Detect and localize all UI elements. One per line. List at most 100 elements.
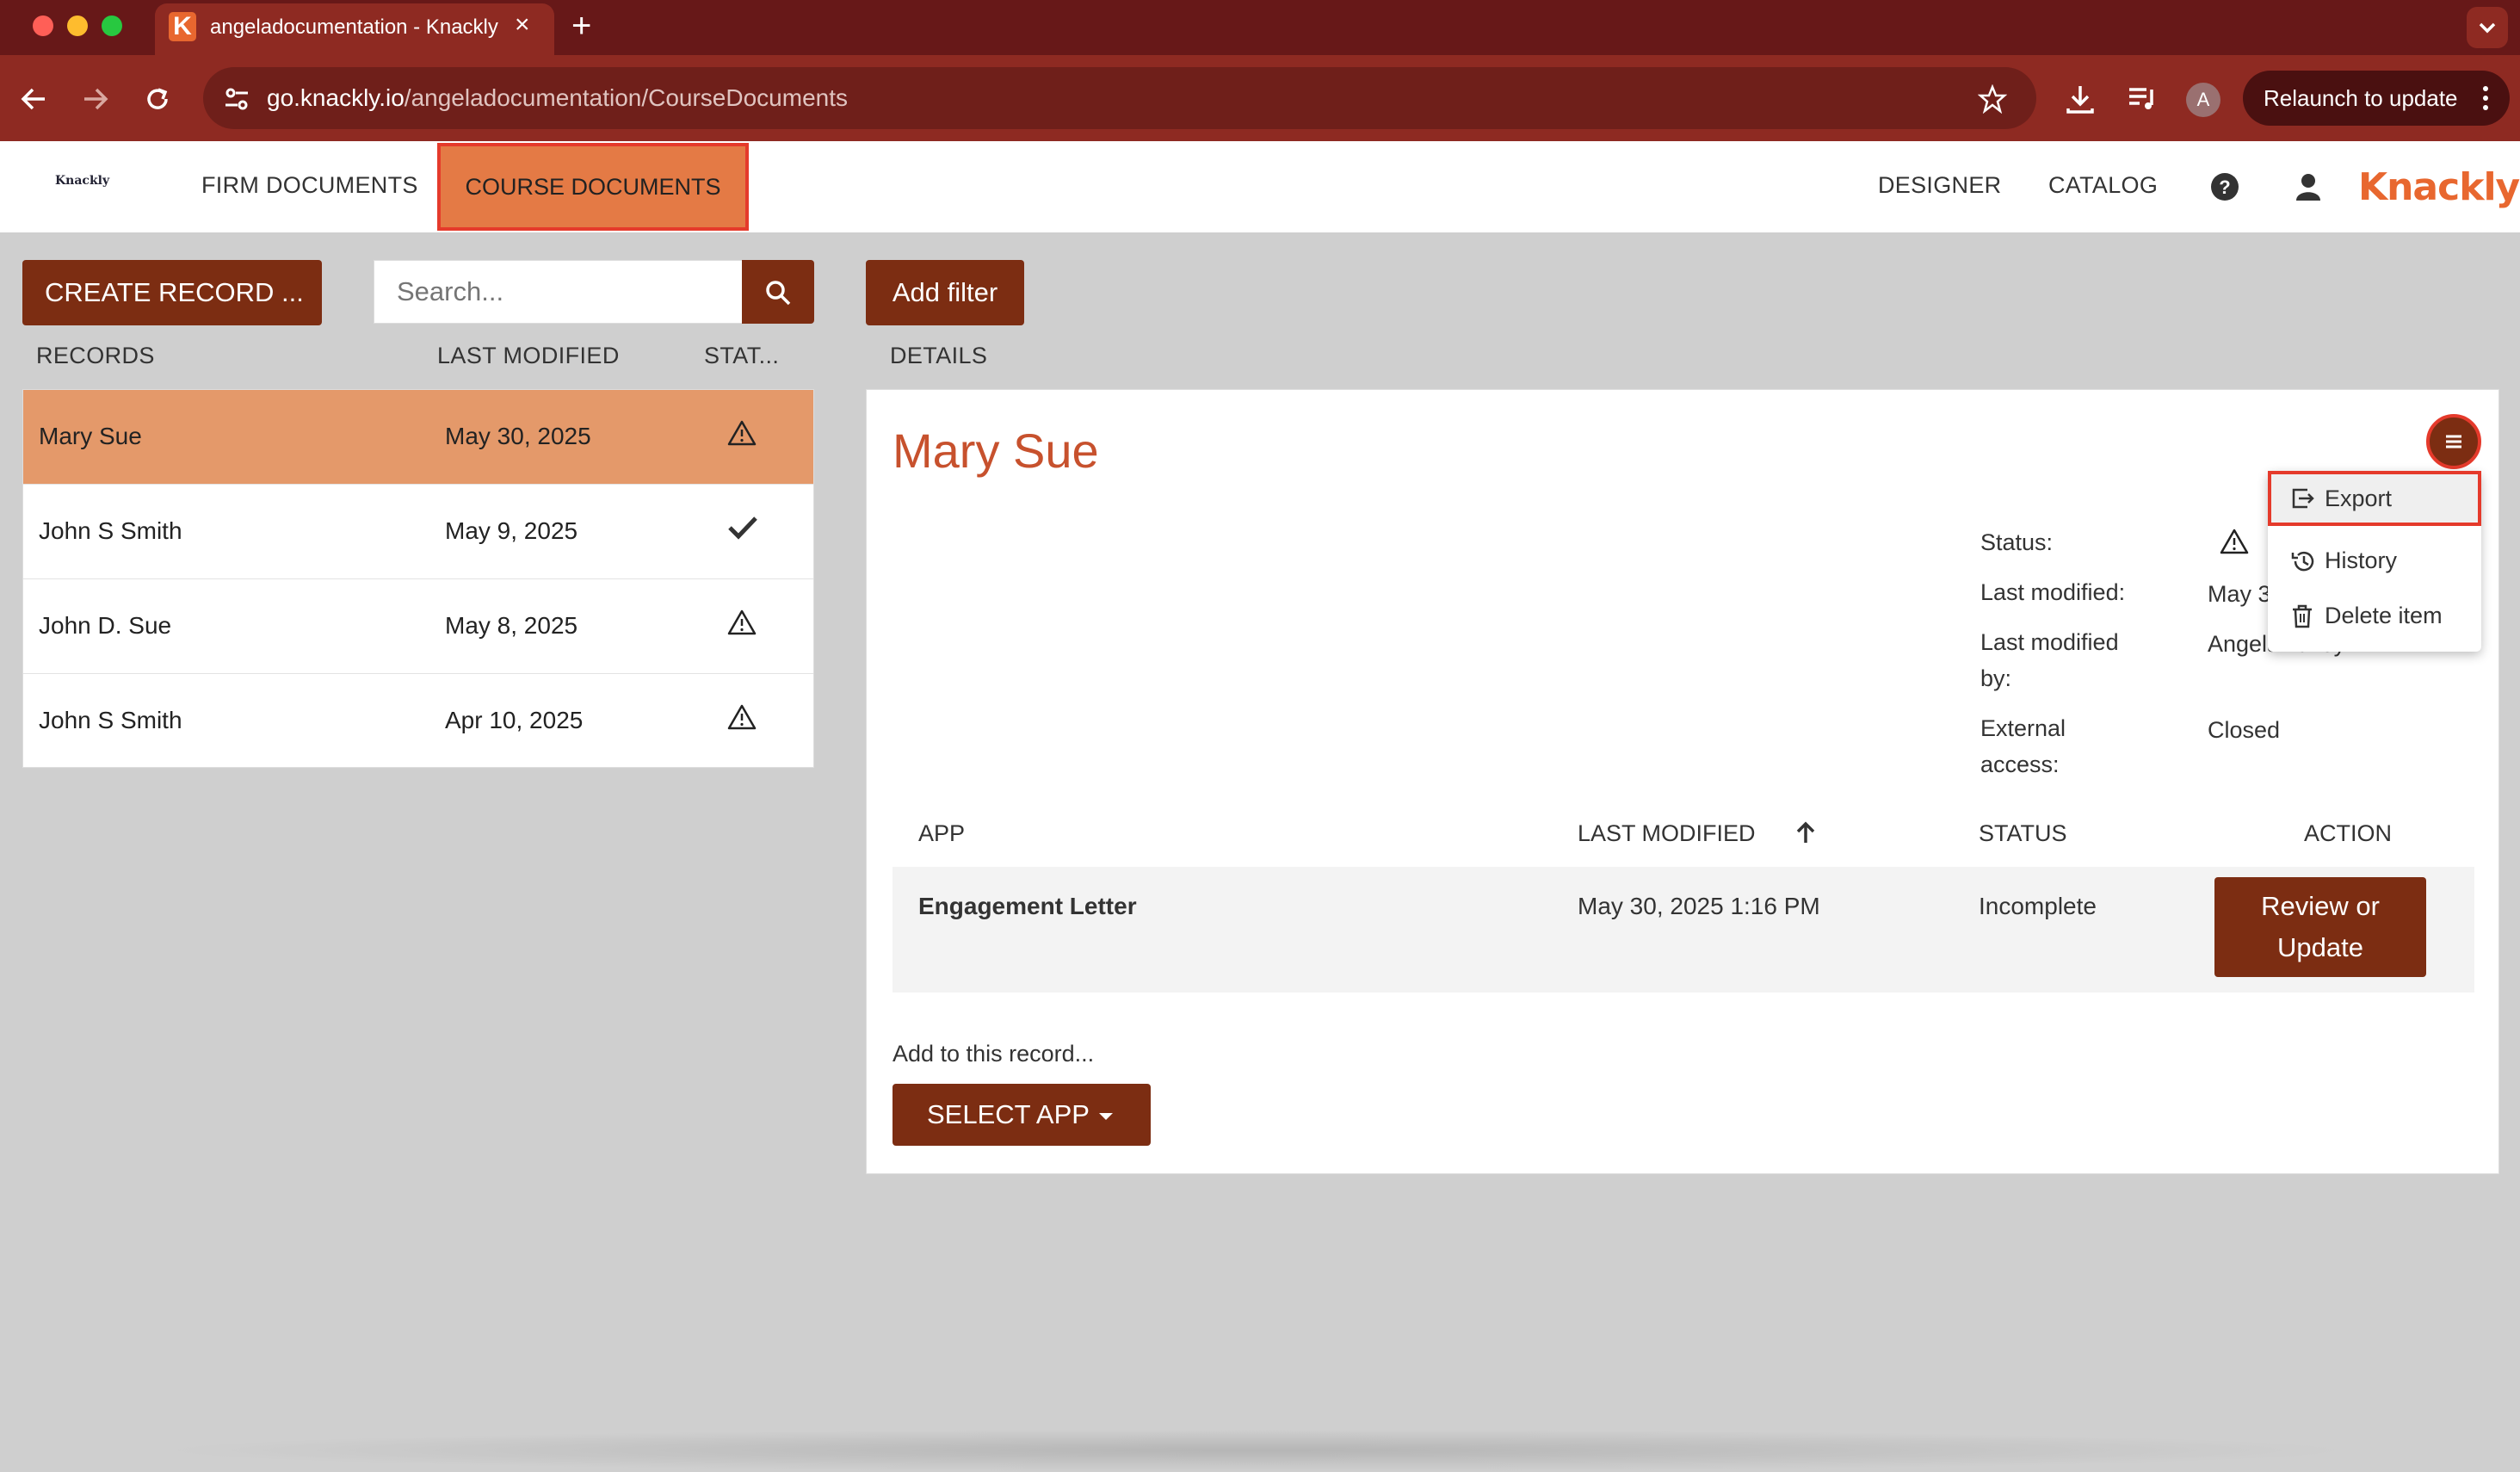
menu-item-export[interactable]: Export	[2268, 471, 2481, 526]
app-name: Engagement Letter	[918, 893, 1137, 919]
record-title: Mary Sue	[892, 424, 1099, 478]
maximize-window-button[interactable]	[102, 15, 122, 36]
menu-item-label: History	[2325, 547, 2398, 573]
record-date: May 9, 2025	[445, 517, 578, 544]
action-column-header: ACTION	[2304, 820, 2393, 846]
reload-icon[interactable]	[143, 84, 172, 114]
review-button-line1: Review or	[2261, 891, 2380, 921]
menu-item-history[interactable]: History	[2268, 533, 2481, 588]
url-host: go.knackly.io	[267, 84, 405, 111]
last-modified-by-label-2: by:	[1980, 665, 2012, 691]
sort-ascending-icon[interactable]	[1794, 820, 1817, 844]
last-modified-by-label: Last modified	[1980, 629, 2119, 655]
search-input[interactable]	[374, 261, 743, 323]
tab-close-icon[interactable]: ×	[515, 12, 530, 38]
record-row[interactable]: John D. Sue May 8, 2025	[23, 579, 813, 674]
trash-icon	[2293, 604, 2312, 628]
download-icon[interactable]	[2064, 83, 2097, 115]
record-row[interactable]: John S Smith Apr 10, 2025	[23, 674, 813, 769]
help-icon[interactable]: ?	[2210, 172, 2239, 201]
back-arrow-icon[interactable]	[19, 84, 48, 114]
add-filter-button[interactable]: Add filter	[866, 260, 1024, 325]
tab-course-documents[interactable]: COURSE DOCUMENTS	[437, 143, 749, 231]
chevron-down-icon	[2479, 22, 2496, 34]
knackly-favicon-icon: K	[169, 12, 196, 41]
browser-tab[interactable]: K angeladocumentation - Knackly ×	[155, 3, 554, 55]
history-icon	[2291, 551, 2314, 572]
forward-arrow-icon[interactable]	[81, 84, 110, 114]
create-record-button[interactable]: CREATE RECORD ...	[22, 260, 322, 325]
new-tab-button[interactable]: +	[571, 7, 591, 45]
user-icon[interactable]	[2295, 172, 2322, 201]
profile-avatar[interactable]: A	[2186, 83, 2220, 117]
review-or-update-button[interactable]: Review or Update	[2214, 877, 2426, 977]
select-app-label: SELECT APP	[927, 1099, 1090, 1129]
more-vertical-icon	[2483, 86, 2488, 110]
url-path: /angeladocumentation/CourseDocuments	[404, 84, 848, 111]
warning-icon	[2220, 529, 2249, 554]
details-panel: Mary Sue Status: Last modified: May 3 La…	[866, 389, 2499, 1174]
relaunch-label: Relaunch to update	[2264, 85, 2458, 111]
record-menu-dropdown: Export History Delete item	[2268, 471, 2481, 652]
apps-table-header: APP LAST MODIFIED STATUS ACTION	[892, 820, 2474, 860]
last-modified-column-header[interactable]: LAST MODIFIED	[437, 343, 620, 369]
records-column-header[interactable]: RECORDS	[36, 343, 155, 369]
app-header: Knackly FIRM DOCUMENTS COURSE DOCUMENTS …	[0, 141, 2520, 232]
last-modified-value: May 3	[2208, 581, 2271, 607]
records-list: Mary Sue May 30, 2025 John S Smith May 9…	[22, 389, 814, 768]
tab-search-button[interactable]	[2467, 7, 2508, 48]
bookmark-star-icon[interactable]	[1978, 84, 2007, 114]
record-date: Apr 10, 2025	[445, 707, 584, 733]
status-column-header[interactable]: STAT...	[704, 343, 779, 369]
hamburger-menu-icon	[2446, 435, 2461, 448]
record-name: John S Smith	[39, 707, 182, 733]
add-to-record-label: Add to this record...	[892, 1041, 1095, 1067]
record-row[interactable]: Mary Sue May 30, 2025	[23, 390, 813, 485]
media-control-icon[interactable]	[2126, 83, 2159, 115]
status-column-header[interactable]: STATUS	[1979, 820, 2067, 847]
site-settings-icon[interactable]	[222, 84, 251, 114]
browser-toolbar: go.knackly.io/angeladocumentation/Course…	[0, 55, 2520, 141]
external-access-label-2: access:	[1980, 751, 2060, 777]
record-name: John S Smith	[39, 517, 182, 544]
search-icon	[766, 281, 791, 306]
last-modified-label: Last modified:	[1980, 579, 2126, 605]
checkmark-icon	[728, 516, 757, 540]
menu-item-label: Export	[2325, 486, 2393, 511]
address-bar[interactable]: go.knackly.io/angeladocumentation/Course…	[203, 67, 2036, 129]
search-box	[374, 260, 744, 324]
nav-catalog[interactable]: CATALOG	[2048, 172, 2158, 199]
record-row[interactable]: John S Smith May 9, 2025	[23, 485, 813, 579]
details-header: DETAILS	[890, 343, 988, 368]
warning-icon	[727, 609, 757, 635]
record-name: John D. Sue	[39, 612, 172, 639]
menu-item-delete[interactable]: Delete item	[2268, 588, 2481, 643]
tab-firm-documents[interactable]: FIRM DOCUMENTS	[201, 172, 418, 199]
last-modified-column-header[interactable]: LAST MODIFIED	[1578, 820, 1756, 847]
tab-title: angeladocumentation - Knackly	[210, 15, 498, 39]
external-access-value: Closed	[2208, 717, 2281, 743]
status-label: Status:	[1980, 529, 2054, 555]
browser-tab-bar: K angeladocumentation - Knackly × +	[0, 0, 2520, 55]
app-last-modified: May 30, 2025 1:16 PM	[1578, 893, 1820, 919]
url-text: go.knackly.io/angeladocumentation/Course…	[267, 84, 848, 112]
knackly-logo[interactable]: Knackly	[2358, 165, 2520, 209]
select-app-button[interactable]: SELECT APP	[892, 1084, 1151, 1146]
bottom-shadow	[155, 1429, 2358, 1472]
record-menu-button[interactable]	[2426, 414, 2481, 469]
caret-down-icon	[1099, 1113, 1113, 1120]
close-window-button[interactable]	[33, 15, 53, 36]
record-name: Mary Sue	[39, 423, 142, 449]
nav-designer[interactable]: DESIGNER	[1878, 172, 2001, 199]
export-icon	[2292, 488, 2314, 509]
svg-text:?: ?	[2219, 176, 2230, 198]
app-status: Incomplete	[1979, 893, 2097, 919]
knackly-demo-logo[interactable]: Knackly	[55, 174, 109, 188]
minimize-window-button[interactable]	[67, 15, 88, 36]
warning-icon	[727, 420, 757, 446]
search-button[interactable]	[742, 260, 814, 324]
review-button-line2: Update	[2277, 932, 2363, 962]
relaunch-to-update-button[interactable]: Relaunch to update	[2243, 71, 2510, 126]
warning-icon	[727, 704, 757, 730]
app-column-header[interactable]: APP	[918, 820, 965, 847]
